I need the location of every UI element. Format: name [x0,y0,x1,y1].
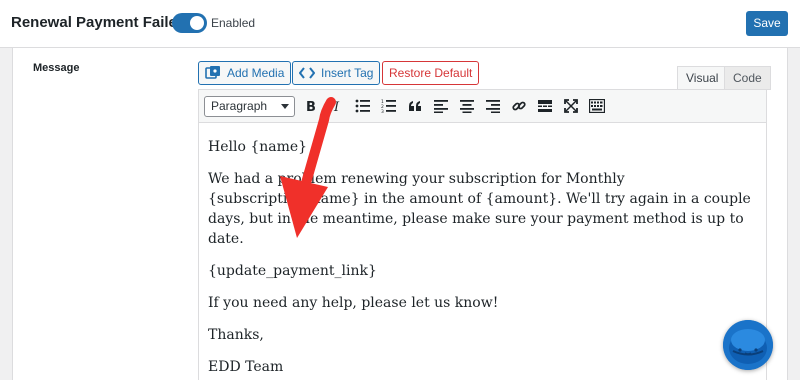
rich-text-editor: Paragraph B I 123 Hello {name} We had a … [198,89,767,380]
bold-icon[interactable]: B [303,98,319,114]
svg-text:3: 3 [381,109,384,113]
toggle-knob [190,16,204,30]
tab-code[interactable]: Code [724,66,771,90]
svg-text:I: I [333,100,340,113]
message-field-label: Message [33,62,80,74]
add-media-icon [205,66,220,79]
fullscreen-icon[interactable] [563,98,579,114]
content-paragraph: Thanks, [208,327,264,343]
link-icon[interactable] [511,98,527,114]
editor-content[interactable]: Hello {name} We had a problem renewing y… [208,137,758,380]
read-more-icon[interactable] [537,98,553,114]
add-media-label: Add Media [227,66,285,80]
italic-icon[interactable]: I [329,98,345,114]
code-brackets-icon [299,67,315,79]
align-right-icon[interactable] [485,98,501,114]
page-header: Renewal Payment Failed Enabled Save [0,0,800,48]
content-paragraph: Hello {name} [208,139,308,155]
align-center-icon[interactable] [459,98,475,114]
chevron-down-icon [281,104,289,109]
toggle-label: Enabled [211,16,256,30]
align-left-icon[interactable] [433,98,449,114]
editor-toolbar: Paragraph B I 123 [199,90,766,123]
svg-text:B: B [306,100,316,113]
blockquote-icon[interactable] [407,98,423,114]
enabled-toggle[interactable] [172,13,207,33]
mascot-icon [723,320,773,370]
paragraph-format-select[interactable]: Paragraph [204,96,295,117]
content-paragraph: We had a problem renewing your subscript… [208,171,751,247]
numbered-list-icon[interactable]: 123 [381,98,397,114]
add-media-button[interactable]: Add Media [198,61,292,85]
content-paragraph: If you need any help, please let us know… [208,295,499,311]
toolbar-toggle-icon[interactable] [589,98,605,114]
insert-tag-label: Insert Tag [321,66,374,80]
tab-visual[interactable]: Visual [677,66,728,90]
page-title: Renewal Payment Failed [11,14,187,31]
restore-default-button[interactable]: Restore Default [382,61,480,85]
content-paragraph: EDD Team [208,359,284,375]
format-select-value: Paragraph [211,99,268,113]
chat-mascot-button[interactable] [723,320,773,370]
content-paragraph: {update_payment_link} [208,263,377,279]
bulleted-list-icon[interactable] [355,98,371,114]
insert-tag-button[interactable]: Insert Tag [292,61,381,85]
save-button[interactable]: Save [746,11,788,36]
